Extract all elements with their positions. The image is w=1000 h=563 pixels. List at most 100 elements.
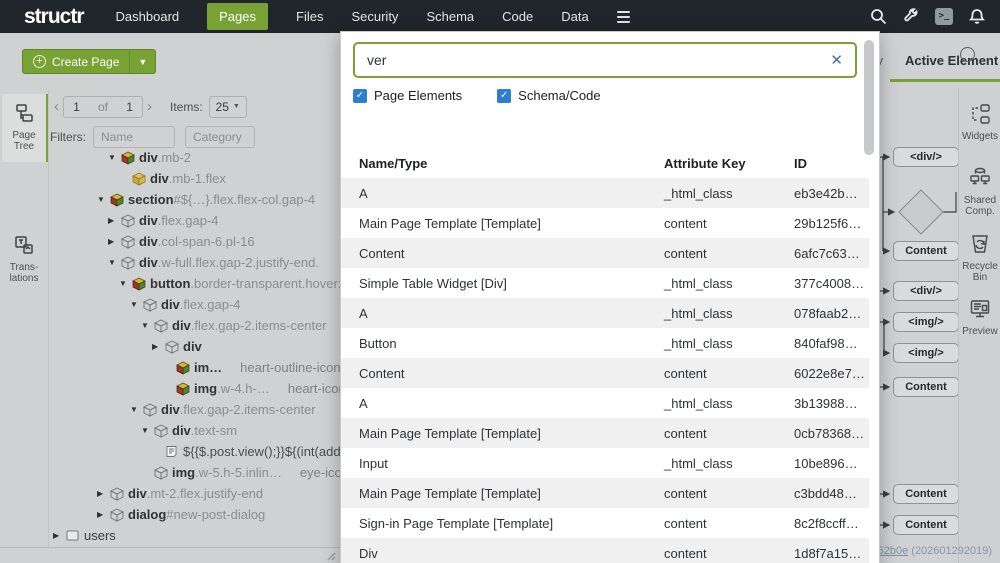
checkbox-schema-code[interactable]: ✓ Schema/Code: [497, 88, 600, 103]
tree-caret-icon[interactable]: ▼: [141, 426, 154, 435]
search-result-row[interactable]: A_html_class3b13988…: [341, 388, 869, 418]
tree-filter-bar: Filters:: [50, 125, 340, 148]
checkbox-page-elements[interactable]: ✓ Page Elements: [353, 88, 462, 103]
tree-node-im[interactable]: im…heart-outline-icon.svg: [0, 357, 340, 378]
flow-node[interactable]: Content: [893, 377, 959, 397]
tree-caret-icon[interactable]: ▶: [152, 342, 165, 351]
top-navbar: structr Dashboard Pages Files Security Schem…: [0, 0, 1000, 33]
info-circle-icon[interactable]: [960, 47, 975, 62]
strip-tab-widgets[interactable]: Widgets: [959, 102, 1000, 142]
tree-node-div[interactable]: ▼div.text-sm: [0, 420, 340, 441]
terminal-icon[interactable]: >_: [935, 8, 953, 26]
filter-category-input[interactable]: [185, 126, 255, 148]
page-flow-canvas: <div/> Content <div/> <img/> <img/> Content Co…: [872, 88, 958, 563]
clear-search-icon[interactable]: ✕: [830, 51, 843, 69]
tree-caret-icon[interactable]: ▶: [108, 216, 121, 225]
nav-item-security[interactable]: Security: [351, 9, 398, 24]
cube-outline: [143, 298, 161, 312]
flow-node[interactable]: Content: [893, 241, 959, 261]
tree-node-img[interactable]: img.w-4.h-…heart-icon.svg: [0, 378, 340, 399]
search-result-row[interactable]: Sign-in Page Template [Template]content8…: [341, 508, 869, 538]
page-number-box[interactable]: 1 of 1: [63, 96, 143, 118]
nav-item-code[interactable]: Code: [502, 9, 533, 24]
search-result-row[interactable]: Main Page Template [Template]content29b1…: [341, 208, 869, 238]
tree-caret-icon[interactable]: ▼: [108, 153, 121, 162]
build-link[interactable]: 52b0e: [878, 545, 909, 557]
filter-name-input[interactable]: [93, 126, 175, 148]
strip-tab-preview[interactable]: Preview: [959, 297, 1000, 337]
tree-caret-icon[interactable]: ▶: [108, 237, 121, 246]
create-page-button[interactable]: + Create Page ▼: [22, 49, 156, 74]
tree-caret-icon[interactable]: ▼: [141, 321, 154, 330]
tree-caret-icon[interactable]: ▼: [130, 405, 143, 414]
modal-scrollbar-thumb[interactable]: [864, 40, 874, 155]
flow-node[interactable]: Content: [893, 515, 959, 535]
search-result-row[interactable]: Main Page Template [Template]content0cb7…: [341, 418, 869, 448]
tree-caret-icon[interactable]: ▼: [119, 279, 132, 288]
flow-node[interactable]: <img/>: [893, 343, 959, 363]
tree-node-button[interactable]: ▼button.border-transparent.hover:b…: [0, 273, 340, 294]
hamburger-menu-icon[interactable]: [617, 11, 630, 23]
tree-node-div[interactable]: ▶div: [0, 336, 340, 357]
wrench-icon[interactable]: [902, 8, 920, 26]
search-input[interactable]: ver ✕: [353, 42, 857, 78]
flow-node[interactable]: <div/>: [893, 281, 959, 301]
tree-node-div[interactable]: ▼div.w-full.flex.gap-2.justify-end.: [0, 252, 340, 273]
tree-node-div[interactable]: ▶div.col-span-6.pl-16: [0, 231, 340, 252]
page-prev-button[interactable]: ‹: [50, 98, 63, 115]
cube-outline: [121, 256, 139, 270]
tree-node-div[interactable]: ▼div.flex.gap-2.items-center: [0, 399, 340, 420]
tree-node-div[interactable]: ▼div.mb-2: [0, 147, 340, 168]
nav-item-schema[interactable]: Schema: [426, 9, 474, 24]
search-result-row[interactable]: A_html_class078faab2…: [341, 298, 869, 328]
page-next-button[interactable]: ›: [143, 98, 156, 115]
tree-node-div[interactable]: ▼div.flex.gap-4: [0, 294, 340, 315]
tree-caret-icon[interactable]: ▶: [97, 489, 110, 498]
search-result-row[interactable]: Main Page Template [Template]contentc3bd…: [341, 478, 869, 508]
tree-node-section[interactable]: ▼section#${…}.flex.flex-col.gap-4: [0, 189, 340, 210]
search-result-row[interactable]: Button_html_class840faf98…: [341, 328, 869, 358]
tree-node-content[interactable]: ${{$.post.view();}}${(int(add(size…: [0, 441, 340, 462]
nav-item-data[interactable]: Data: [561, 9, 588, 24]
tree-node-div[interactable]: ▼div.flex.gap-2.items-center: [0, 315, 340, 336]
search-result-row[interactable]: Simple Table Widget [Div]_html_class377c…: [341, 268, 869, 298]
tree-caret-icon[interactable]: ▼: [130, 300, 143, 309]
nav-item-pages[interactable]: Pages: [207, 3, 268, 30]
create-page-dropdown-caret[interactable]: ▼: [129, 50, 155, 73]
node-classes: .w-full.flex.gap-2.justify-end.: [158, 255, 319, 270]
tab-active-element[interactable]: Active Element: [905, 53, 998, 68]
bell-icon[interactable]: [968, 8, 986, 26]
flow-node[interactable]: Content: [893, 484, 959, 504]
strip-tab-recycle[interactable]: Recycle Bin: [959, 232, 1000, 283]
page-size-select[interactable]: 25▼: [209, 96, 247, 118]
node-classes: .border-transparent.hover:b…: [190, 276, 361, 291]
search-result-row[interactable]: A_html_classeb3e42b…: [341, 178, 869, 208]
tree-caret-icon[interactable]: ▶: [53, 531, 66, 540]
structr-logo[interactable]: structr: [24, 5, 84, 29]
search-icon[interactable]: [869, 8, 887, 26]
tree-caret-icon[interactable]: ▼: [97, 195, 110, 204]
search-result-row[interactable]: Input_html_class10be896…: [341, 448, 869, 478]
nav-item-dashboard[interactable]: Dashboard: [116, 9, 180, 24]
resize-grip[interactable]: [326, 551, 336, 561]
tree-node-users[interactable]: ▶users: [0, 525, 340, 546]
right-function-bar: Widgets Shared Comp. Recycle Bin Preview: [958, 88, 1000, 563]
search-result-row[interactable]: Divcontent1d8f7a15…: [341, 538, 869, 563]
result-name: Main Page Template [Template]: [359, 486, 664, 501]
tree-node-img[interactable]: img.w-5.h-5.inlin…eye-icon.svg: [0, 462, 340, 483]
flow-node[interactable]: <img/>: [893, 312, 959, 332]
tree-node-dialog[interactable]: ▶dialog#new-post-dialog: [0, 504, 340, 525]
node-classes: .mb-2: [158, 150, 191, 165]
flow-node[interactable]: <div/>: [893, 147, 959, 167]
tree-node-div[interactable]: div.mb-1.flex: [0, 168, 340, 189]
strip-tab-shared[interactable]: Shared Comp.: [959, 166, 1000, 217]
page-tree-icon: [13, 102, 35, 124]
search-result-row[interactable]: Contentcontent6afc7c63…: [341, 238, 869, 268]
flow-diamond-node[interactable]: [899, 190, 943, 234]
nav-item-files[interactable]: Files: [296, 9, 323, 24]
tree-caret-icon[interactable]: ▶: [97, 510, 110, 519]
tree-node-div[interactable]: ▶div.flex.gap-4: [0, 210, 340, 231]
search-result-row[interactable]: Contentcontent6022e8e7…: [341, 358, 869, 388]
tree-node-div[interactable]: ▶div.mt-2.flex.justify-end: [0, 483, 340, 504]
tree-caret-icon[interactable]: ▼: [108, 258, 121, 267]
